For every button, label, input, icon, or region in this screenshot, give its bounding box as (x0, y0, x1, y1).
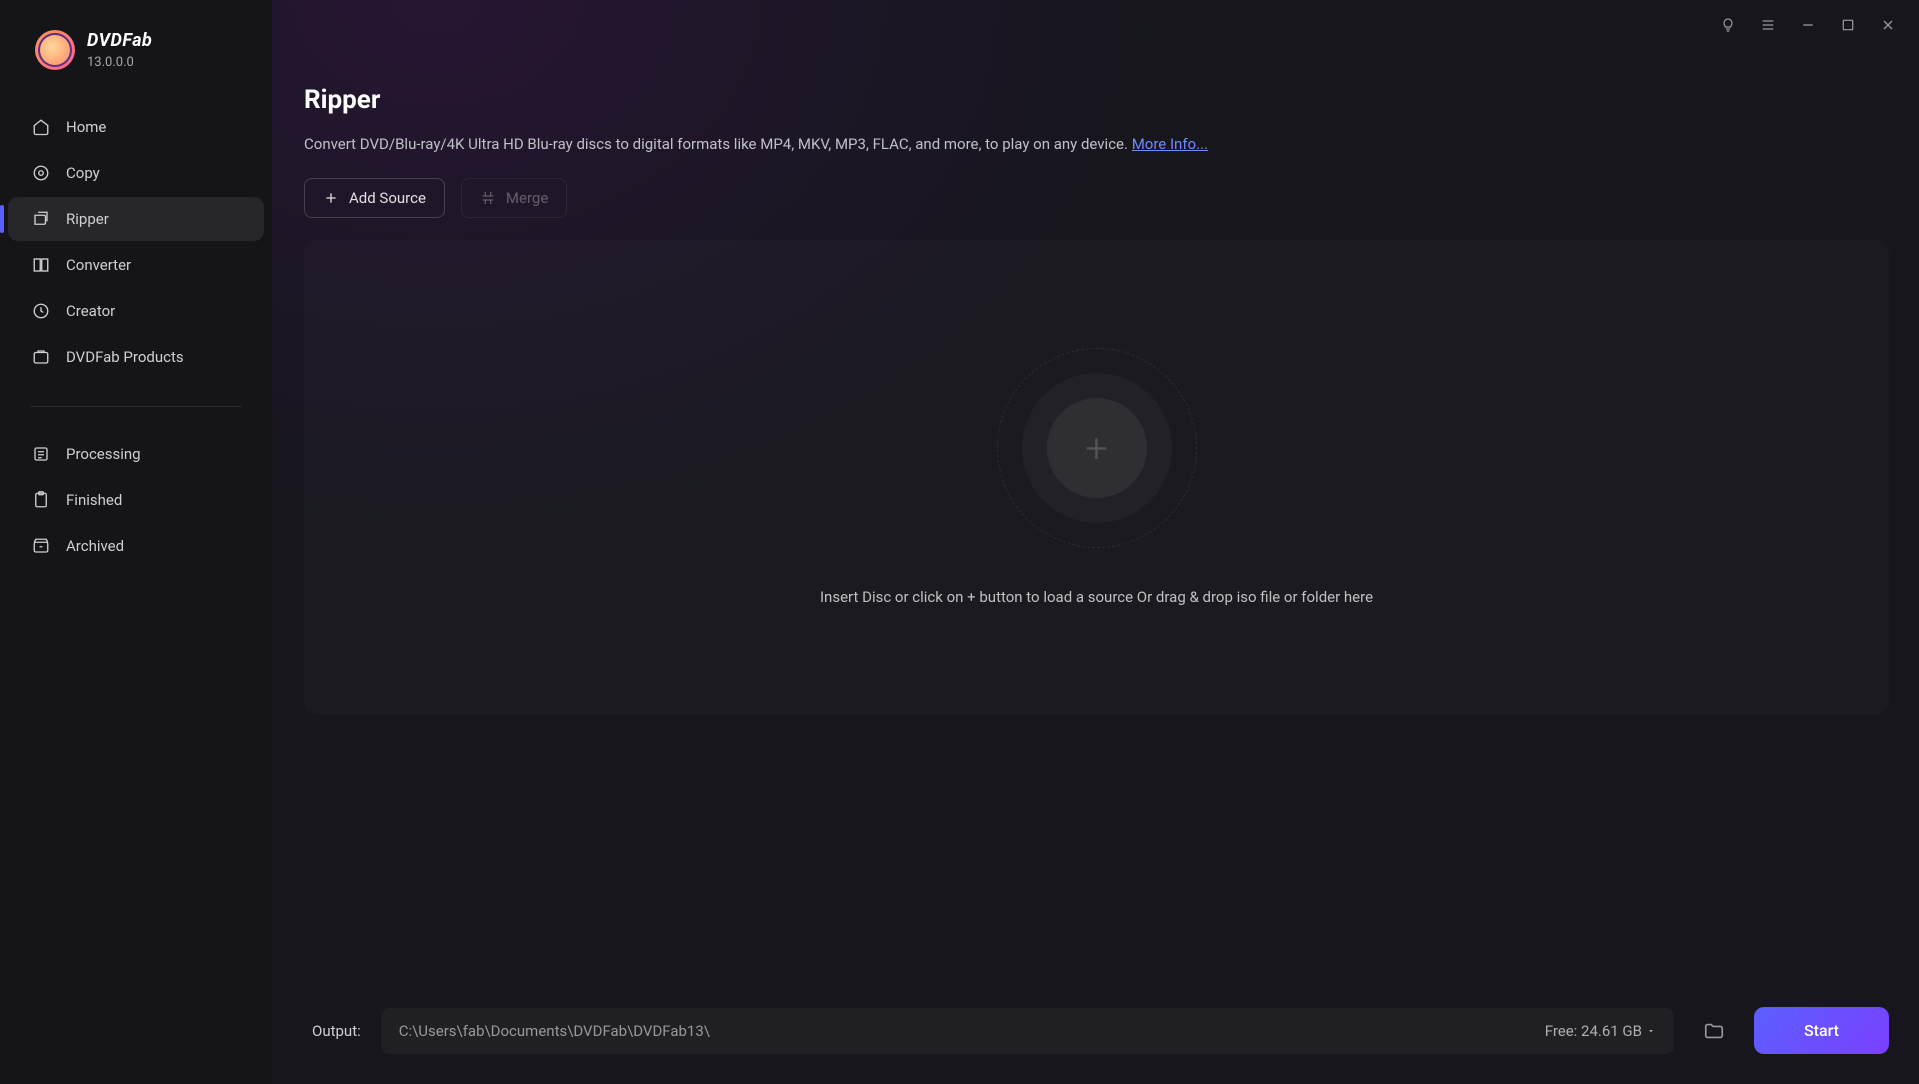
footer-bar: Output: C:\Users\fab\Documents\DVDFab\DV… (272, 987, 1919, 1084)
start-button[interactable]: Start (1754, 1007, 1889, 1054)
main-area: Ripper Convert DVD/Blu-ray/4K Ultra HD B… (272, 0, 1919, 1084)
app-version: 13.0.0.0 (87, 55, 152, 70)
more-info-link[interactable]: More Info... (1132, 135, 1208, 153)
nav-item-ripper[interactable]: Ripper (8, 197, 264, 241)
nav-item-home[interactable]: Home (8, 105, 264, 149)
nav-item-products[interactable]: DVDFab Products (8, 335, 264, 379)
page-description: Convert DVD/Blu-ray/4K Ultra HD Blu-ray … (304, 133, 1889, 156)
products-icon (32, 348, 50, 366)
button-label: Add Source (349, 189, 426, 207)
merge-icon (480, 190, 496, 206)
nav-label: Processing (66, 445, 141, 463)
app-brand: DVDFab (87, 30, 152, 51)
content: Ripper Convert DVD/Blu-ray/4K Ultra HD B… (272, 50, 1919, 987)
drop-zone[interactable]: + Insert Disc or click on + button to lo… (304, 240, 1889, 715)
logo-section: DVDFab 13.0.0.0 (0, 20, 272, 95)
nav-item-creator[interactable]: Creator (8, 289, 264, 333)
output-label: Output: (312, 1022, 361, 1040)
nav-primary: Home Copy Ripper Converter Creator (0, 95, 272, 391)
add-source-button[interactable]: Add Source (304, 178, 445, 218)
nav-label: Converter (66, 256, 131, 274)
ripper-icon (32, 210, 50, 228)
plus-icon: + (1085, 425, 1108, 472)
free-space-dropdown[interactable]: Free: 24.61 GB (1545, 1022, 1656, 1040)
nav-item-processing[interactable]: Processing (8, 432, 264, 476)
browse-folder-button[interactable] (1694, 1011, 1734, 1051)
creator-icon (32, 302, 50, 320)
button-label: Merge (506, 189, 548, 207)
nav-label: Archived (66, 537, 124, 555)
minimize-button[interactable] (1792, 9, 1824, 41)
copy-icon (32, 164, 50, 182)
finished-icon (32, 491, 50, 509)
nav-label: Home (66, 118, 106, 136)
nav-divider (30, 406, 242, 407)
plus-icon (323, 190, 339, 206)
theme-button[interactable] (1712, 9, 1744, 41)
drop-target: + (997, 348, 1197, 548)
app-logo-icon (35, 30, 75, 70)
folder-icon (1703, 1020, 1725, 1042)
nav-label: Creator (66, 302, 115, 320)
nav-label: Finished (66, 491, 122, 509)
output-path-bar: C:\Users\fab\Documents\DVDFab\DVDFab13\ … (381, 1008, 1674, 1054)
converter-icon (32, 256, 50, 274)
logo-text: DVDFab 13.0.0.0 (87, 30, 152, 70)
home-icon (32, 118, 50, 136)
processing-icon (32, 445, 50, 463)
titlebar (272, 0, 1919, 50)
chevron-down-icon (1646, 1026, 1656, 1036)
nav-secondary: Processing Finished Archived (0, 422, 272, 580)
nav-item-copy[interactable]: Copy (8, 151, 264, 195)
nav-item-finished[interactable]: Finished (8, 478, 264, 522)
archived-icon (32, 537, 50, 555)
drop-hint-text: Insert Disc or click on + button to load… (820, 588, 1373, 606)
nav-label: Copy (66, 164, 100, 182)
nav-label: DVDFab Products (66, 348, 184, 366)
merge-button[interactable]: Merge (461, 178, 567, 218)
toolbar: Add Source Merge (304, 178, 1889, 218)
page-title: Ripper (304, 85, 1889, 115)
add-source-circle-button[interactable]: + (1047, 398, 1147, 498)
sidebar: DVDFab 13.0.0.0 Home Copy Ripper (0, 0, 272, 1084)
output-path: C:\Users\fab\Documents\DVDFab\DVDFab13\ (399, 1022, 710, 1040)
maximize-button[interactable] (1832, 9, 1864, 41)
menu-button[interactable] (1752, 9, 1784, 41)
nav-label: Ripper (66, 210, 109, 228)
close-button[interactable] (1872, 9, 1904, 41)
nav-item-converter[interactable]: Converter (8, 243, 264, 287)
nav-item-archived[interactable]: Archived (8, 524, 264, 568)
